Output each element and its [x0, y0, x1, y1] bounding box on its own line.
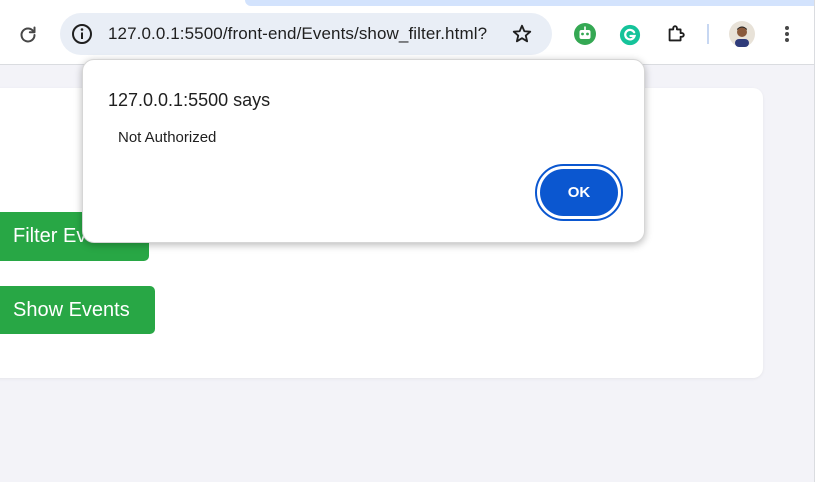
address-bar[interactable]: 127.0.0.1:5500/front-end/Events/show_fil… [60, 13, 552, 55]
avatar [729, 21, 755, 47]
extensions-button[interactable] [662, 20, 690, 48]
reload-icon [20, 26, 36, 43]
site-info-button[interactable] [68, 20, 96, 48]
show-events-label: Show Events [13, 298, 130, 321]
browser-toolbar: 127.0.0.1:5500/front-end/Events/show_fil… [0, 0, 814, 65]
reload-button[interactable] [14, 20, 42, 48]
site-info-icon [72, 24, 92, 44]
show-events-button[interactable]: Show Events [0, 286, 155, 334]
grammarly-button[interactable] [616, 21, 644, 49]
window-edge [814, 0, 822, 482]
url-text[interactable]: 127.0.0.1:5500/front-end/Events/show_fil… [108, 24, 487, 44]
alert-dialog: 127.0.0.1:5500 says Not Authorized OK [82, 59, 645, 243]
profile-button[interactable] [728, 20, 756, 48]
ok-button[interactable]: OK [540, 169, 618, 216]
bookmark-button[interactable] [508, 20, 536, 48]
puzzle-icon [668, 25, 685, 42]
menu-button[interactable] [773, 20, 801, 48]
ok-button-focus-ring: OK [535, 164, 623, 221]
grammarly-icon [619, 24, 641, 46]
robot-extension-icon [574, 23, 596, 45]
star-icon [512, 24, 532, 43]
tab-strip-edge [245, 0, 814, 6]
kebab-menu-icon [785, 26, 789, 42]
dialog-message: Not Authorized [118, 129, 217, 146]
window-edge-top [815, 0, 822, 72]
dialog-title: 127.0.0.1:5500 says [108, 90, 271, 110]
toolbar-divider [707, 24, 709, 44]
robot-extension-button[interactable] [571, 20, 599, 48]
